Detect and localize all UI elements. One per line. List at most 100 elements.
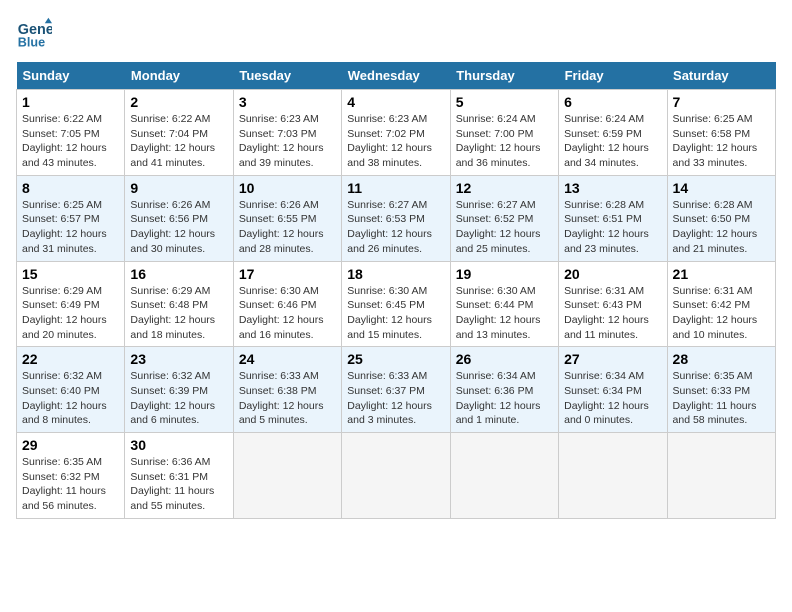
- calendar-cell-4: 4 Sunrise: 6:23 AMSunset: 7:02 PMDaylight…: [342, 90, 450, 176]
- calendar-cell-29: 29 Sunrise: 6:35 AMSunset: 6:32 PMDayligh…: [17, 433, 125, 519]
- calendar-cell-2: 2Sunrise: 6:22 AMSunset: 7:04 PMDaylight…: [125, 90, 233, 176]
- day-number: 30: [130, 437, 227, 453]
- day-info: Sunrise: 6:27 AMSunset: 6:52 PMDaylight:…: [456, 199, 541, 255]
- day-info: Sunrise: 6:31 AMSunset: 6:42 PMDaylight:…: [673, 285, 758, 341]
- weekday-wednesday: Wednesday: [342, 62, 450, 90]
- weekday-tuesday: Tuesday: [233, 62, 341, 90]
- day-info: Sunrise: 6:32 AMSunset: 6:39 PMDaylight:…: [130, 370, 215, 426]
- day-info: Sunrise: 6:24 AMSunset: 6:59 PMDaylight:…: [564, 113, 649, 169]
- day-number: 26: [456, 351, 553, 367]
- calendar-cell-20: 20 Sunrise: 6:31 AMSunset: 6:43 PMDayligh…: [559, 261, 667, 347]
- calendar-cell-23: 23 Sunrise: 6:32 AMSunset: 6:39 PMDayligh…: [125, 347, 233, 433]
- day-number: 10: [239, 180, 336, 196]
- day-number: 8: [22, 180, 119, 196]
- day-number: 28: [673, 351, 770, 367]
- calendar-cell-27: 27 Sunrise: 6:34 AMSunset: 6:34 PMDayligh…: [559, 347, 667, 433]
- calendar-cell-25: 25 Sunrise: 6:33 AMSunset: 6:37 PMDayligh…: [342, 347, 450, 433]
- week-row-5: 29 Sunrise: 6:35 AMSunset: 6:32 PMDayligh…: [17, 433, 776, 519]
- calendar-cell-empty: [233, 433, 341, 519]
- weekday-sunday: Sunday: [17, 62, 125, 90]
- calendar-cell-22: 22Sunrise: 6:32 AMSunset: 6:40 PMDayligh…: [17, 347, 125, 433]
- day-info: Sunrise: 6:30 AMSunset: 6:44 PMDaylight:…: [456, 285, 541, 341]
- calendar-cell-10: 10 Sunrise: 6:26 AMSunset: 6:55 PMDayligh…: [233, 175, 341, 261]
- day-info: Sunrise: 6:23 AMSunset: 7:03 PMDaylight:…: [239, 113, 324, 169]
- week-row-2: 8 Sunrise: 6:25 AMSunset: 6:57 PMDaylight…: [17, 175, 776, 261]
- calendar-body: 1 Sunrise: 6:22 AMSunset: 7:05 PMDaylight…: [17, 90, 776, 519]
- day-info: Sunrise: 6:26 AMSunset: 6:55 PMDaylight:…: [239, 199, 324, 255]
- day-info: Sunrise: 6:35 AMSunset: 6:32 PMDaylight:…: [22, 456, 106, 512]
- day-info: Sunrise: 6:33 AMSunset: 6:38 PMDaylight:…: [239, 370, 324, 426]
- calendar-cell-9: 9 Sunrise: 6:26 AMSunset: 6:56 PMDaylight…: [125, 175, 233, 261]
- calendar-cell-empty: [342, 433, 450, 519]
- day-info: Sunrise: 6:29 AMSunset: 6:49 PMDaylight:…: [22, 285, 107, 341]
- day-number: 16: [130, 266, 227, 282]
- svg-text:Blue: Blue: [18, 36, 45, 50]
- weekday-header-row: SundayMondayTuesdayWednesdayThursdayFrid…: [17, 62, 776, 90]
- day-number: 4: [347, 94, 444, 110]
- day-number: 3: [239, 94, 336, 110]
- day-number: 20: [564, 266, 661, 282]
- day-number: 25: [347, 351, 444, 367]
- calendar-cell-11: 11 Sunrise: 6:27 AMSunset: 6:53 PMDayligh…: [342, 175, 450, 261]
- day-info: Sunrise: 6:32 AMSunset: 6:40 PMDaylight:…: [22, 370, 107, 426]
- day-number: 15: [22, 266, 119, 282]
- calendar-cell-12: 12Sunrise: 6:27 AMSunset: 6:52 PMDayligh…: [450, 175, 558, 261]
- weekday-monday: Monday: [125, 62, 233, 90]
- day-info: Sunrise: 6:25 AMSunset: 6:57 PMDaylight:…: [22, 199, 107, 255]
- day-info: Sunrise: 6:30 AMSunset: 6:46 PMDaylight:…: [239, 285, 324, 341]
- calendar-cell-17: 17 Sunrise: 6:30 AMSunset: 6:46 PMDayligh…: [233, 261, 341, 347]
- day-number: 17: [239, 266, 336, 282]
- day-info: Sunrise: 6:36 AMSunset: 6:31 PMDaylight:…: [130, 456, 214, 512]
- calendar-cell-8: 8 Sunrise: 6:25 AMSunset: 6:57 PMDaylight…: [17, 175, 125, 261]
- calendar-cell-16: 16 Sunrise: 6:29 AMSunset: 6:48 PMDayligh…: [125, 261, 233, 347]
- day-info: Sunrise: 6:27 AMSunset: 6:53 PMDaylight:…: [347, 199, 432, 255]
- page-header: General Blue: [16, 16, 776, 52]
- calendar-cell-15: 15 Sunrise: 6:29 AMSunset: 6:49 PMDayligh…: [17, 261, 125, 347]
- day-info: Sunrise: 6:28 AMSunset: 6:50 PMDaylight:…: [673, 199, 758, 255]
- day-number: 6: [564, 94, 661, 110]
- calendar-cell-19: 19 Sunrise: 6:30 AMSunset: 6:44 PMDayligh…: [450, 261, 558, 347]
- day-info: Sunrise: 6:26 AMSunset: 6:56 PMDaylight:…: [130, 199, 215, 255]
- calendar-cell-7: 7Sunrise: 6:25 AMSunset: 6:58 PMDaylight…: [667, 90, 775, 176]
- calendar-cell-empty: [450, 433, 558, 519]
- weekday-thursday: Thursday: [450, 62, 558, 90]
- calendar-cell-1: 1 Sunrise: 6:22 AMSunset: 7:05 PMDaylight…: [17, 90, 125, 176]
- week-row-3: 15 Sunrise: 6:29 AMSunset: 6:49 PMDayligh…: [17, 261, 776, 347]
- day-number: 7: [673, 94, 770, 110]
- day-info: Sunrise: 6:22 AMSunset: 7:05 PMDaylight:…: [22, 113, 107, 169]
- day-info: Sunrise: 6:24 AMSunset: 7:00 PMDaylight:…: [456, 113, 541, 169]
- day-number: 29: [22, 437, 119, 453]
- day-info: Sunrise: 6:29 AMSunset: 6:48 PMDaylight:…: [130, 285, 215, 341]
- calendar-cell-24: 24 Sunrise: 6:33 AMSunset: 6:38 PMDayligh…: [233, 347, 341, 433]
- day-info: Sunrise: 6:23 AMSunset: 7:02 PMDaylight:…: [347, 113, 432, 169]
- day-info: Sunrise: 6:28 AMSunset: 6:51 PMDaylight:…: [564, 199, 649, 255]
- calendar-cell-21: 21 Sunrise: 6:31 AMSunset: 6:42 PMDayligh…: [667, 261, 775, 347]
- calendar-cell-13: 13 Sunrise: 6:28 AMSunset: 6:51 PMDayligh…: [559, 175, 667, 261]
- day-number: 11: [347, 180, 444, 196]
- logo: General Blue: [16, 16, 52, 52]
- day-number: 2: [130, 94, 227, 110]
- calendar-cell-empty: [559, 433, 667, 519]
- day-info: Sunrise: 6:35 AMSunset: 6:33 PMDaylight:…: [673, 370, 757, 426]
- calendar-cell-3: 3 Sunrise: 6:23 AMSunset: 7:03 PMDaylight…: [233, 90, 341, 176]
- calendar-cell-empty: [667, 433, 775, 519]
- day-number: 13: [564, 180, 661, 196]
- day-number: 21: [673, 266, 770, 282]
- day-number: 27: [564, 351, 661, 367]
- calendar-cell-26: 26Sunrise: 6:34 AMSunset: 6:36 PMDayligh…: [450, 347, 558, 433]
- day-info: Sunrise: 6:31 AMSunset: 6:43 PMDaylight:…: [564, 285, 649, 341]
- day-number: 18: [347, 266, 444, 282]
- calendar-table: SundayMondayTuesdayWednesdayThursdayFrid…: [16, 62, 776, 519]
- weekday-friday: Friday: [559, 62, 667, 90]
- calendar-cell-28: 28 Sunrise: 6:35 AMSunset: 6:33 PMDayligh…: [667, 347, 775, 433]
- day-number: 19: [456, 266, 553, 282]
- day-number: 5: [456, 94, 553, 110]
- day-number: 1: [22, 94, 119, 110]
- week-row-4: 22Sunrise: 6:32 AMSunset: 6:40 PMDayligh…: [17, 347, 776, 433]
- day-number: 23: [130, 351, 227, 367]
- day-number: 24: [239, 351, 336, 367]
- day-info: Sunrise: 6:34 AMSunset: 6:34 PMDaylight:…: [564, 370, 649, 426]
- day-info: Sunrise: 6:33 AMSunset: 6:37 PMDaylight:…: [347, 370, 432, 426]
- day-number: 9: [130, 180, 227, 196]
- day-number: 14: [673, 180, 770, 196]
